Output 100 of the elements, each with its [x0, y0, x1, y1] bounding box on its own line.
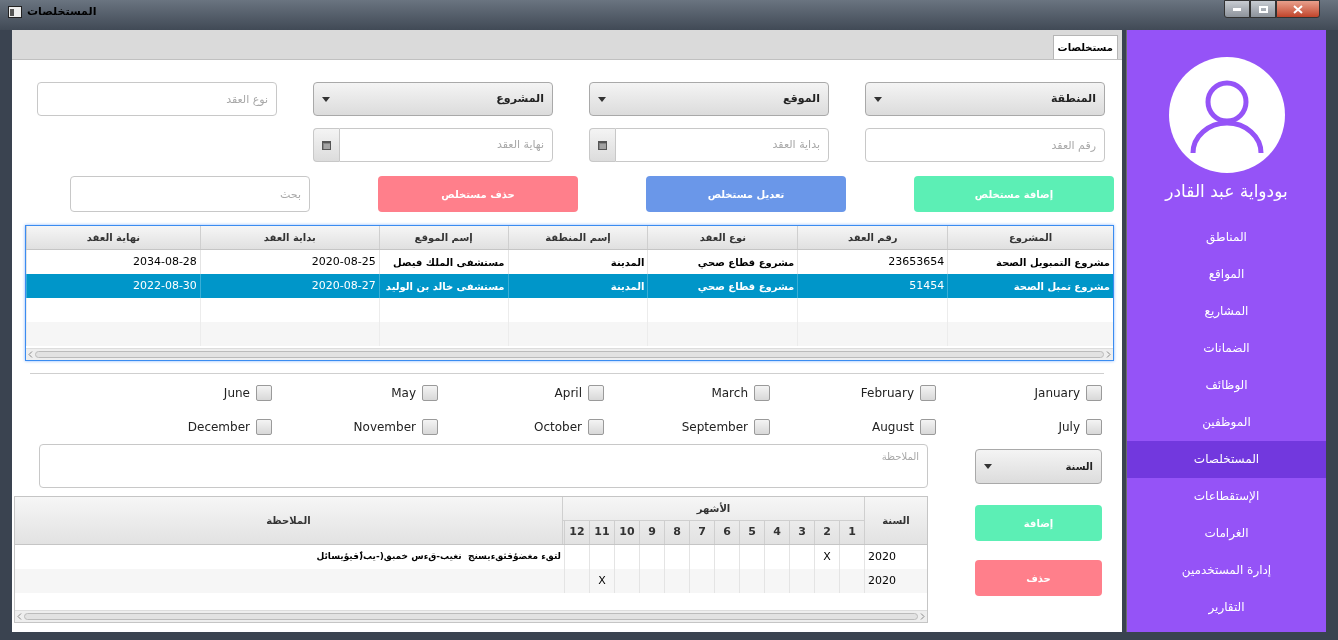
- sidebar-item[interactable]: الضمانات: [1127, 329, 1326, 367]
- avatar-icon: [1168, 57, 1285, 173]
- sidebar-item[interactable]: الغرامات: [1127, 514, 1326, 552]
- column-header[interactable]: 3: [798, 524, 806, 541]
- month-checkbox[interactable]: [588, 385, 604, 401]
- sidebar-item[interactable]: الإستقطاعات: [1127, 477, 1326, 515]
- column-header[interactable]: 2: [823, 524, 831, 541]
- table-cell-text: 2022-08-30: [132, 277, 197, 294]
- caret-icon: [322, 96, 330, 102]
- month-label: December: [187, 419, 250, 436]
- column-header[interactable]: 10: [619, 524, 635, 541]
- scrollbar[interactable]: [26, 348, 1113, 360]
- sidebar-item[interactable]: التقارير: [1127, 588, 1326, 626]
- table-cell: لتقء مغضؤقثقءيسنج نغيب-قءس خمبق(-يب(ٌقيؤيسائل: [316, 550, 561, 564]
- month-checkbox[interactable]: [754, 419, 770, 435]
- app-icon: [8, 6, 22, 18]
- column-header[interactable]: 1: [848, 524, 856, 541]
- month-checkbox[interactable]: [256, 385, 272, 401]
- column-header[interactable]: الأشهر: [696, 501, 731, 516]
- column-header[interactable]: 4: [773, 524, 781, 541]
- scroll-right-icon[interactable]: [1106, 351, 1111, 358]
- user-name: بودواية عبد القادر: [1165, 180, 1288, 203]
- note-field[interactable]: الملاحظة: [39, 444, 928, 488]
- table-cell-text: مستشفى خالد بن الوليد: [385, 279, 505, 294]
- close-button[interactable]: [1276, 0, 1320, 18]
- column-header[interactable]: 7: [698, 524, 706, 541]
- sidebar-item[interactable]: المستخلصات: [1127, 440, 1326, 478]
- date-field[interactable]: بداية العقد: [615, 128, 829, 162]
- maximize-button[interactable]: [1250, 0, 1276, 18]
- table-cell-text: X: [823, 548, 831, 565]
- close-icon: [1293, 4, 1303, 14]
- month-checkbox[interactable]: [1086, 419, 1102, 435]
- column-header[interactable]: نوع العقد: [647, 226, 798, 249]
- column-header[interactable]: الملاحظة: [266, 513, 311, 528]
- date-field[interactable]: نهاية العقد: [339, 128, 553, 162]
- column-header[interactable]: بداية العقد: [199, 226, 379, 249]
- table-cell-text: مشروع التمبويل الصحة: [996, 255, 1110, 270]
- dropdown[interactable]: الموقع: [589, 82, 829, 116]
- table-cell-text: 2020: [868, 572, 896, 589]
- month-label: July: [1058, 419, 1080, 436]
- search-field[interactable]: بحث: [70, 176, 310, 212]
- month-checkbox[interactable]: [920, 419, 936, 435]
- column-header[interactable]: 6: [723, 524, 731, 541]
- month-label: May: [391, 385, 416, 402]
- sidebar-item[interactable]: الموظفين: [1127, 403, 1326, 441]
- column-header[interactable]: إسم الموقع: [378, 226, 508, 249]
- month-checkbox[interactable]: [422, 419, 438, 435]
- scrollbar[interactable]: [15, 610, 927, 622]
- month-label: March: [711, 385, 748, 402]
- month-label: February: [860, 385, 914, 402]
- table-cell-text: 2034-08-28: [132, 253, 197, 270]
- month-label: June: [223, 385, 250, 402]
- window-title: المستخلصات: [27, 3, 97, 20]
- column-header[interactable]: نهاية العقد: [26, 226, 200, 249]
- text-field[interactable]: رقم العقد: [865, 128, 1105, 162]
- table-cell-text: X: [598, 572, 606, 589]
- table-cell-text: مشروع تمبل الصحة: [1013, 279, 1110, 294]
- tab[interactable]: مستخلصات: [1052, 35, 1118, 59]
- calendar-button[interactable]: [313, 128, 339, 162]
- month-checkbox[interactable]: [256, 419, 272, 435]
- table-cell-text: 23653654: [888, 253, 945, 270]
- table-cell-text: 2020-08-27: [311, 277, 376, 294]
- month-label: October: [533, 419, 582, 436]
- month-checkbox[interactable]: [422, 385, 438, 401]
- scroll-right-icon[interactable]: [920, 613, 925, 620]
- sidebar-item[interactable]: الوظائف: [1127, 366, 1326, 404]
- month-label: April: [554, 385, 582, 402]
- sidebar-item[interactable]: إدارة المستخدمين: [1127, 551, 1326, 589]
- caret-icon: [984, 464, 992, 469]
- column-header[interactable]: السنة: [882, 513, 910, 528]
- month-checkbox[interactable]: [754, 385, 770, 401]
- month-checkbox[interactable]: [920, 385, 936, 401]
- table-cell-text: المدينة: [610, 279, 645, 294]
- column-header[interactable]: 8: [673, 524, 681, 541]
- sidebar-item[interactable]: المواقع: [1127, 255, 1326, 293]
- scroll-left-icon[interactable]: [28, 351, 33, 358]
- table-cell-text: مشروع قطاع صحي: [697, 255, 795, 270]
- month-checkbox[interactable]: [588, 419, 604, 435]
- month-checkbox[interactable]: [1086, 385, 1102, 401]
- month-label: November: [353, 419, 416, 436]
- column-header[interactable]: 5: [748, 524, 756, 541]
- text-field[interactable]: نوع العقد: [37, 82, 277, 116]
- table-cell-text: المدينة: [610, 255, 645, 270]
- column-header[interactable]: المشروع: [947, 226, 1113, 249]
- column-header[interactable]: 12: [569, 524, 585, 541]
- table-cell-text: 51454: [909, 277, 945, 294]
- calendar-button[interactable]: [589, 128, 615, 162]
- dropdown[interactable]: المنطقة: [865, 82, 1105, 116]
- column-header[interactable]: 9: [648, 524, 656, 541]
- scroll-left-icon[interactable]: [17, 613, 22, 620]
- year-dropdown[interactable]: السنة: [975, 449, 1102, 484]
- minimize-button[interactable]: [1224, 0, 1250, 18]
- column-header[interactable]: رقم العقد: [797, 226, 948, 249]
- dropdown[interactable]: المشروع: [313, 82, 553, 116]
- column-header[interactable]: 11: [594, 524, 610, 541]
- month-label: September: [681, 419, 748, 436]
- sidebar-item[interactable]: المشاريع: [1127, 292, 1326, 330]
- column-header[interactable]: إسم المنطقة: [507, 226, 648, 249]
- month-label: August: [872, 419, 914, 436]
- sidebar-item[interactable]: المناطق: [1127, 218, 1326, 256]
